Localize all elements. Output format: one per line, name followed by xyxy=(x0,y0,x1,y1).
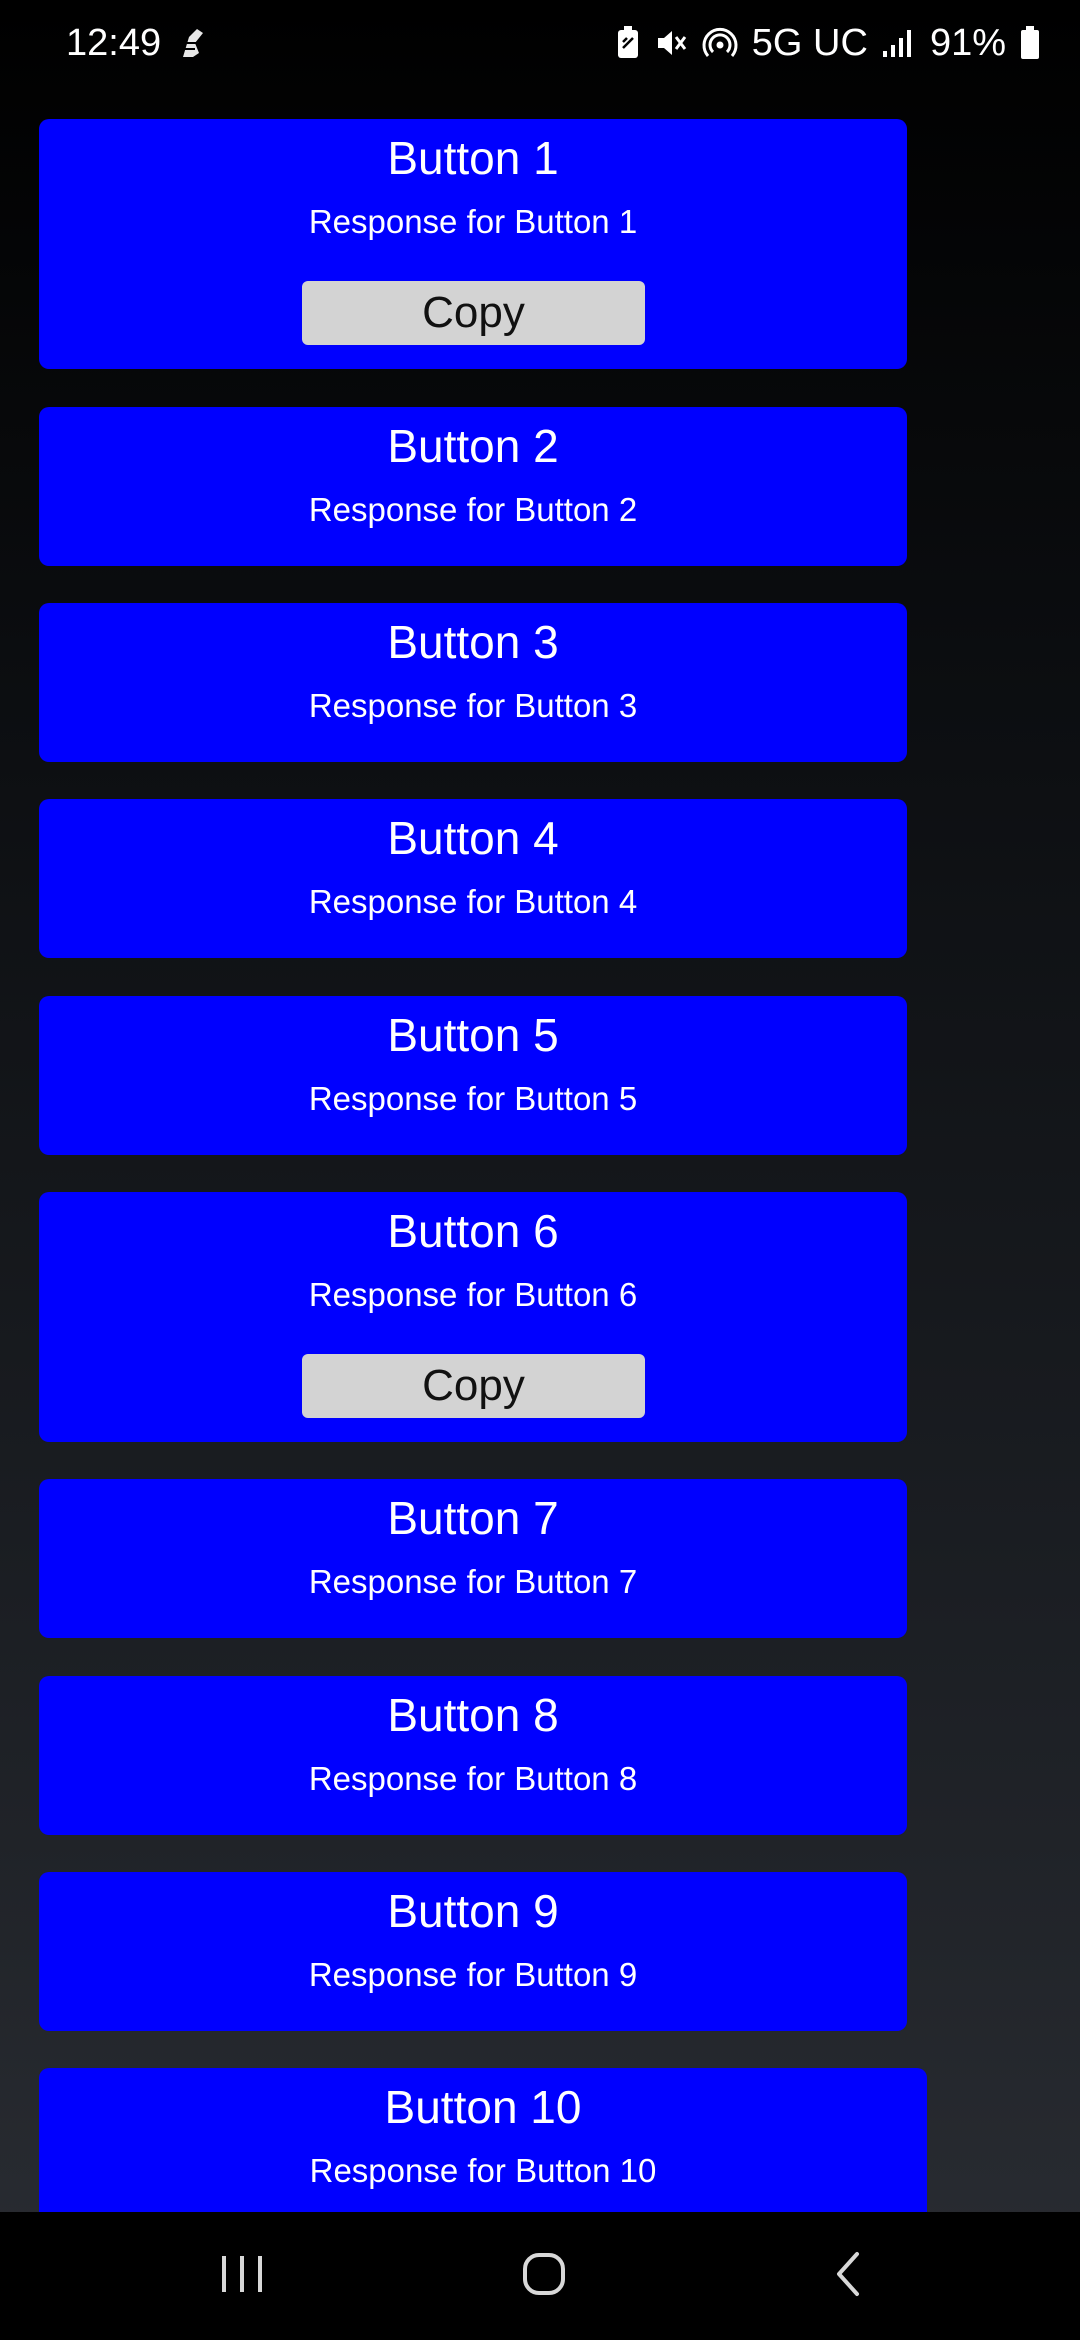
card-response: Response for Button 7 xyxy=(308,1563,638,1600)
card-title: Button 3 xyxy=(387,616,559,668)
battery-saver-icon xyxy=(616,26,640,60)
network-type: 5G UC xyxy=(751,21,868,64)
battery-icon xyxy=(1020,26,1040,60)
back-button[interactable] xyxy=(768,2212,928,2340)
card-response: Response for Button 4 xyxy=(308,883,638,920)
response-card-5[interactable]: Button 5 Response for Button 5 xyxy=(39,996,907,1155)
response-card-10[interactable]: Button 10 Response for Button 10 xyxy=(39,2068,927,2212)
card-title: Button 1 xyxy=(387,132,559,184)
card-response: Response for Button 9 xyxy=(308,1956,638,1993)
notification-app-icon xyxy=(175,23,209,63)
status-left: 12:49 xyxy=(66,22,209,65)
hotspot-icon xyxy=(702,25,738,61)
response-card-7[interactable]: Button 7 Response for Button 7 xyxy=(39,1479,907,1638)
back-icon xyxy=(833,2250,863,2303)
card-title: Button 2 xyxy=(387,420,559,472)
battery-percent: 91% xyxy=(929,21,1006,64)
card-response: Response for Button 1 xyxy=(308,203,638,240)
response-card-2[interactable]: Button 2 Response for Button 2 xyxy=(39,407,907,566)
card-title: Button 4 xyxy=(387,812,559,864)
response-card-9[interactable]: Button 9 Response for Button 9 xyxy=(39,1872,907,2031)
response-card-6[interactable]: Button 6 Response for Button 6 Copy xyxy=(39,1192,907,1442)
card-title: Button 8 xyxy=(387,1689,559,1741)
recents-button[interactable] xyxy=(162,2212,322,2340)
card-response: Response for Button 6 xyxy=(308,1276,638,1313)
card-title: Button 7 xyxy=(387,1492,559,1544)
card-title: Button 5 xyxy=(387,1009,559,1061)
home-button[interactable] xyxy=(464,2212,624,2340)
status-right: 5G UC 91% xyxy=(616,22,1040,65)
recents-icon xyxy=(220,2254,264,2299)
copy-button[interactable]: Copy xyxy=(302,281,645,345)
navigation-bar xyxy=(0,2212,1080,2340)
card-response: Response for Button 5 xyxy=(308,1080,638,1117)
response-card-8[interactable]: Button 8 Response for Button 8 xyxy=(39,1676,907,1835)
signal-icon xyxy=(882,27,916,59)
card-response: Response for Button 3 xyxy=(308,687,638,724)
status-time: 12:49 xyxy=(66,21,162,64)
card-response: Response for Button 10 xyxy=(309,2152,657,2189)
card-title: Button 9 xyxy=(387,1885,559,1937)
card-title: Button 10 xyxy=(384,2081,582,2133)
card-title: Button 6 xyxy=(387,1205,559,1257)
card-response: Response for Button 2 xyxy=(308,491,638,528)
home-icon xyxy=(522,2252,566,2301)
response-card-3[interactable]: Button 3 Response for Button 3 xyxy=(39,603,907,762)
response-list[interactable]: Button 1 Response for Button 1 Copy Butt… xyxy=(0,86,1080,2212)
status-bar: 12:49 5G UC 91% xyxy=(0,0,1080,86)
mute-icon xyxy=(654,26,688,60)
copy-button[interactable]: Copy xyxy=(302,1354,645,1418)
response-card-1[interactable]: Button 1 Response for Button 1 Copy xyxy=(39,119,907,369)
card-response: Response for Button 8 xyxy=(308,1760,638,1797)
response-card-4[interactable]: Button 4 Response for Button 4 xyxy=(39,799,907,958)
